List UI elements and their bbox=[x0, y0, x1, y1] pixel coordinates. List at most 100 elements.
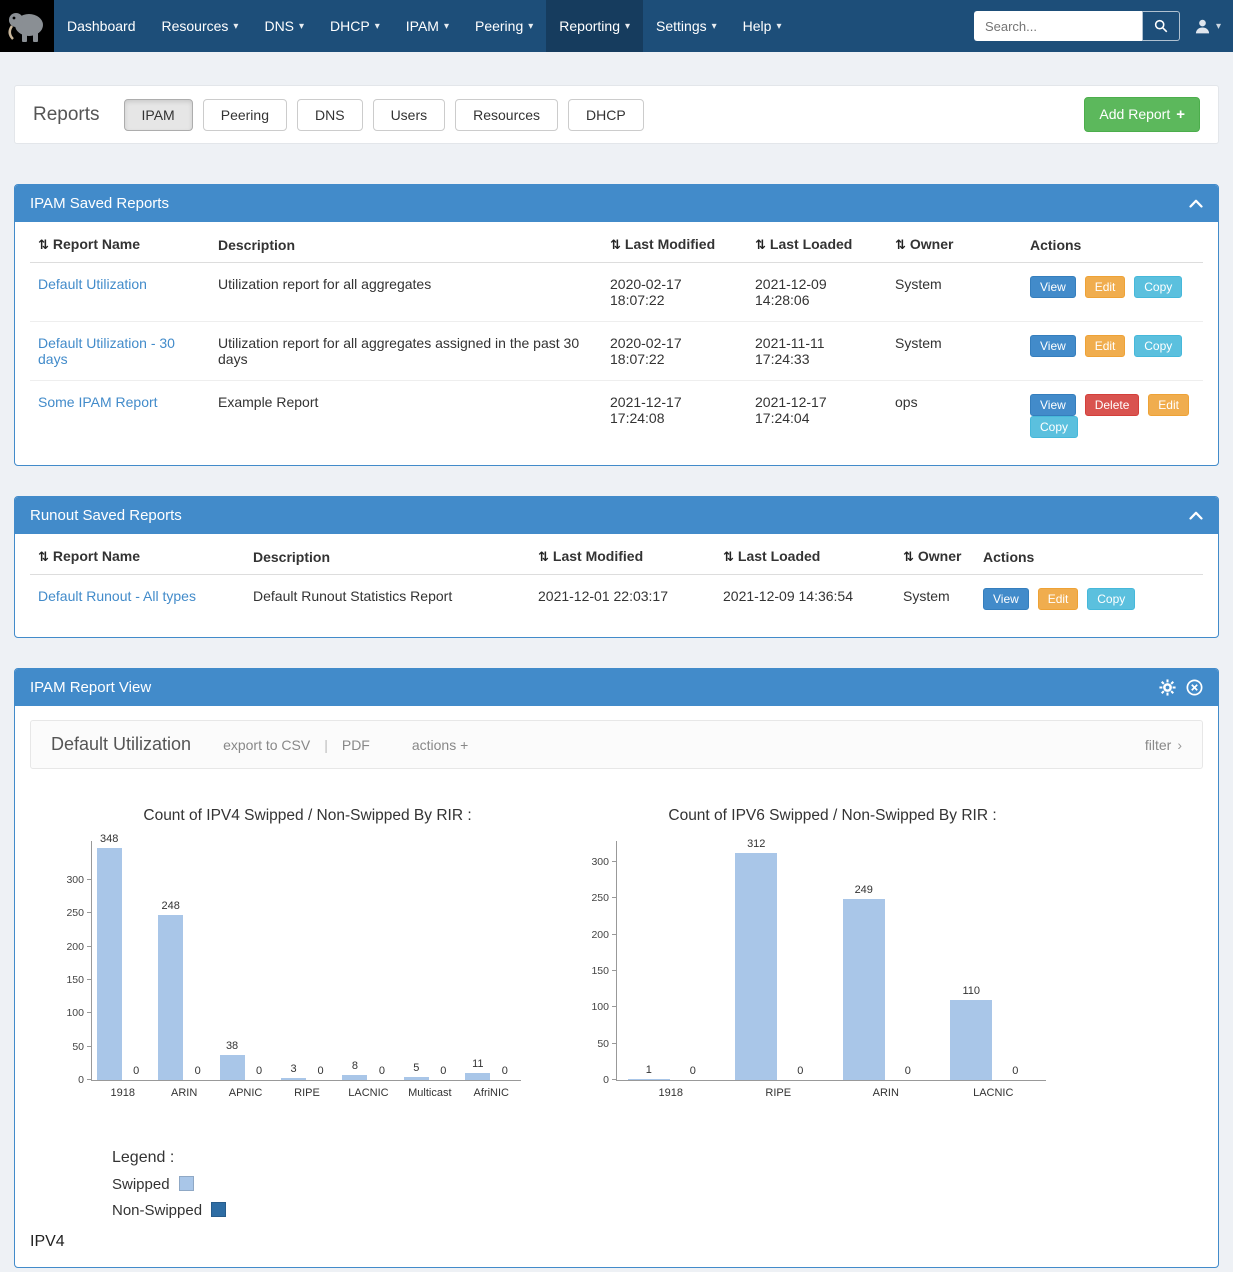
report-link[interactable]: Default Utilization bbox=[38, 276, 147, 292]
nav-dns[interactable]: DNS▾ bbox=[251, 0, 317, 52]
nav-peering[interactable]: Peering▾ bbox=[462, 0, 546, 52]
tab-users[interactable]: Users bbox=[373, 99, 446, 131]
nav-reporting[interactable]: Reporting▾ bbox=[546, 0, 643, 52]
col-report-name[interactable]: ⇅Report Name bbox=[30, 224, 210, 263]
y-axis-tick-label: 0 bbox=[46, 1074, 84, 1086]
description-cell: Utilization report for all aggregates as… bbox=[210, 322, 602, 381]
collapse-button[interactable] bbox=[1189, 511, 1203, 520]
copy-button[interactable]: Copy bbox=[1134, 335, 1182, 357]
view-button[interactable]: View bbox=[1030, 394, 1076, 416]
panel-title: IPAM Saved Reports bbox=[30, 195, 169, 212]
y-axis-tick-mark bbox=[612, 897, 617, 898]
view-button[interactable]: View bbox=[1030, 335, 1076, 357]
sort-icon[interactable]: ⇅ bbox=[610, 238, 621, 253]
last-modified-cell: 2020-02-17 18:07:22 bbox=[602, 263, 747, 322]
app-logo[interactable] bbox=[0, 0, 54, 52]
add-report-button[interactable]: Add Report+ bbox=[1084, 97, 1200, 132]
collapse-button[interactable] bbox=[1189, 199, 1203, 208]
plus-icon: + bbox=[1176, 106, 1185, 123]
tab-dns[interactable]: DNS bbox=[297, 99, 363, 131]
bar-value-label: 38 bbox=[215, 1040, 249, 1052]
report-name-cell: Default Runout - All types bbox=[30, 575, 245, 624]
legend-item-non-swipped: Non-Swipped bbox=[112, 1202, 1218, 1219]
y-axis-tick-mark bbox=[87, 946, 92, 947]
copy-button[interactable]: Copy bbox=[1030, 416, 1078, 438]
edit-button[interactable]: Edit bbox=[1038, 588, 1079, 610]
sort-icon[interactable]: ⇅ bbox=[38, 550, 49, 565]
bar-swipped-lacnic bbox=[342, 1075, 367, 1080]
sort-icon[interactable]: ⇅ bbox=[38, 238, 49, 253]
y-axis-tick-mark bbox=[87, 1046, 92, 1047]
sort-icon[interactable]: ⇅ bbox=[895, 238, 906, 253]
copy-button[interactable]: Copy bbox=[1134, 276, 1182, 298]
nav-dashboard[interactable]: Dashboard bbox=[54, 0, 149, 52]
settings-button[interactable] bbox=[1159, 679, 1176, 696]
view-button[interactable]: View bbox=[983, 588, 1029, 610]
bar-swipped-apnic bbox=[220, 1055, 245, 1080]
col-report-name[interactable]: ⇅Report Name bbox=[30, 536, 245, 575]
y-axis-tick-mark bbox=[612, 861, 617, 862]
ipv6-chart: Count of IPV6 Swipped / Non-Swipped By R… bbox=[560, 807, 1065, 1115]
export-pdf-link[interactable]: PDF bbox=[342, 737, 370, 753]
legend-label: Swipped bbox=[112, 1176, 170, 1193]
last-loaded-cell: 2021-12-17 17:24:04 bbox=[747, 381, 887, 452]
ipam-report-view-header: IPAM Report View bbox=[15, 669, 1218, 706]
table-header-row: ⇅Report Name Description ⇅Last Modified … bbox=[30, 536, 1203, 575]
delete-button[interactable]: Delete bbox=[1085, 394, 1140, 416]
sort-icon[interactable]: ⇅ bbox=[903, 550, 914, 565]
edit-button[interactable]: Edit bbox=[1148, 394, 1189, 416]
tab-peering[interactable]: Peering bbox=[203, 99, 287, 131]
table-header-row: ⇅Report Name Description ⇅Last Modified … bbox=[30, 224, 1203, 263]
export-csv-link[interactable]: export to CSV bbox=[223, 737, 310, 753]
nav-settings[interactable]: Settings▾ bbox=[643, 0, 730, 52]
nav-ipam[interactable]: IPAM▾ bbox=[393, 0, 462, 52]
x-axis-category-label: LACNIC bbox=[951, 1087, 1035, 1099]
sort-icon[interactable]: ⇅ bbox=[755, 238, 766, 253]
col-owner[interactable]: ⇅Owner bbox=[887, 224, 1022, 263]
chevron-down-icon: ▾ bbox=[375, 21, 380, 32]
main-nav: Dashboard Resources▾ DNS▾ DHCP▾ IPAM▾ Pe… bbox=[54, 0, 794, 52]
close-button[interactable] bbox=[1186, 679, 1203, 696]
x-axis-category-label: AfriNIC bbox=[449, 1087, 533, 1099]
nav-help[interactable]: Help▾ bbox=[730, 0, 795, 52]
col-last-modified[interactable]: ⇅Last Modified bbox=[602, 224, 747, 263]
sort-icon[interactable]: ⇅ bbox=[723, 550, 734, 565]
nav-dhcp[interactable]: DHCP▾ bbox=[317, 0, 393, 52]
charts-row: Count of IPV4 Swipped / Non-Swipped By R… bbox=[15, 779, 1218, 1123]
chevron-down-icon: ▾ bbox=[528, 21, 533, 32]
edit-button[interactable]: Edit bbox=[1085, 335, 1126, 357]
nav-resources[interactable]: Resources▾ bbox=[149, 0, 252, 52]
actions-menu[interactable]: actions + bbox=[412, 737, 468, 753]
ipv6-bar-plot: 0501001502002503001019183120RIPE2490ARIN… bbox=[616, 841, 1046, 1081]
col-last-modified[interactable]: ⇅ Last Modified bbox=[530, 536, 715, 575]
col-owner[interactable]: ⇅Owner bbox=[895, 536, 975, 575]
tab-resources[interactable]: Resources bbox=[455, 99, 558, 131]
search-button[interactable] bbox=[1142, 11, 1180, 41]
ipam-saved-reports-body: ⇅Report Name Description ⇅Last Modified … bbox=[15, 222, 1218, 465]
chevron-down-icon: ▾ bbox=[625, 21, 630, 32]
last-modified-cell: 2021-12-17 17:24:08 bbox=[602, 381, 747, 452]
user-menu[interactable]: ▾ bbox=[1194, 18, 1221, 35]
copy-button[interactable]: Copy bbox=[1087, 588, 1135, 610]
col-last-loaded[interactable]: ⇅Last Loaded bbox=[747, 224, 887, 263]
bar-value-label: 249 bbox=[847, 884, 881, 896]
tab-dhcp[interactable]: DHCP bbox=[568, 99, 644, 131]
filter-toggle[interactable]: filter› bbox=[1145, 737, 1182, 753]
report-link[interactable]: Default Utilization - 30 days bbox=[38, 335, 175, 367]
col-label: Description bbox=[253, 549, 330, 565]
col-description: Description bbox=[245, 536, 530, 575]
search-input[interactable] bbox=[974, 11, 1142, 41]
chevron-down-icon: ▾ bbox=[776, 21, 781, 32]
y-axis-tick-mark bbox=[612, 970, 617, 971]
col-label: Last Modified bbox=[553, 548, 643, 564]
report-link[interactable]: Some IPAM Report bbox=[38, 394, 158, 410]
chevron-down-icon: ▾ bbox=[712, 21, 717, 32]
view-button[interactable]: View bbox=[1030, 276, 1076, 298]
chevron-up-icon bbox=[1189, 511, 1203, 520]
tab-ipam[interactable]: IPAM bbox=[124, 99, 193, 131]
edit-button[interactable]: Edit bbox=[1085, 276, 1126, 298]
y-axis-tick-label: 50 bbox=[571, 1038, 609, 1050]
report-link[interactable]: Default Runout - All types bbox=[38, 588, 196, 604]
col-last-loaded[interactable]: ⇅Last Loaded bbox=[715, 536, 895, 575]
sort-icon[interactable]: ⇅ bbox=[538, 550, 549, 565]
